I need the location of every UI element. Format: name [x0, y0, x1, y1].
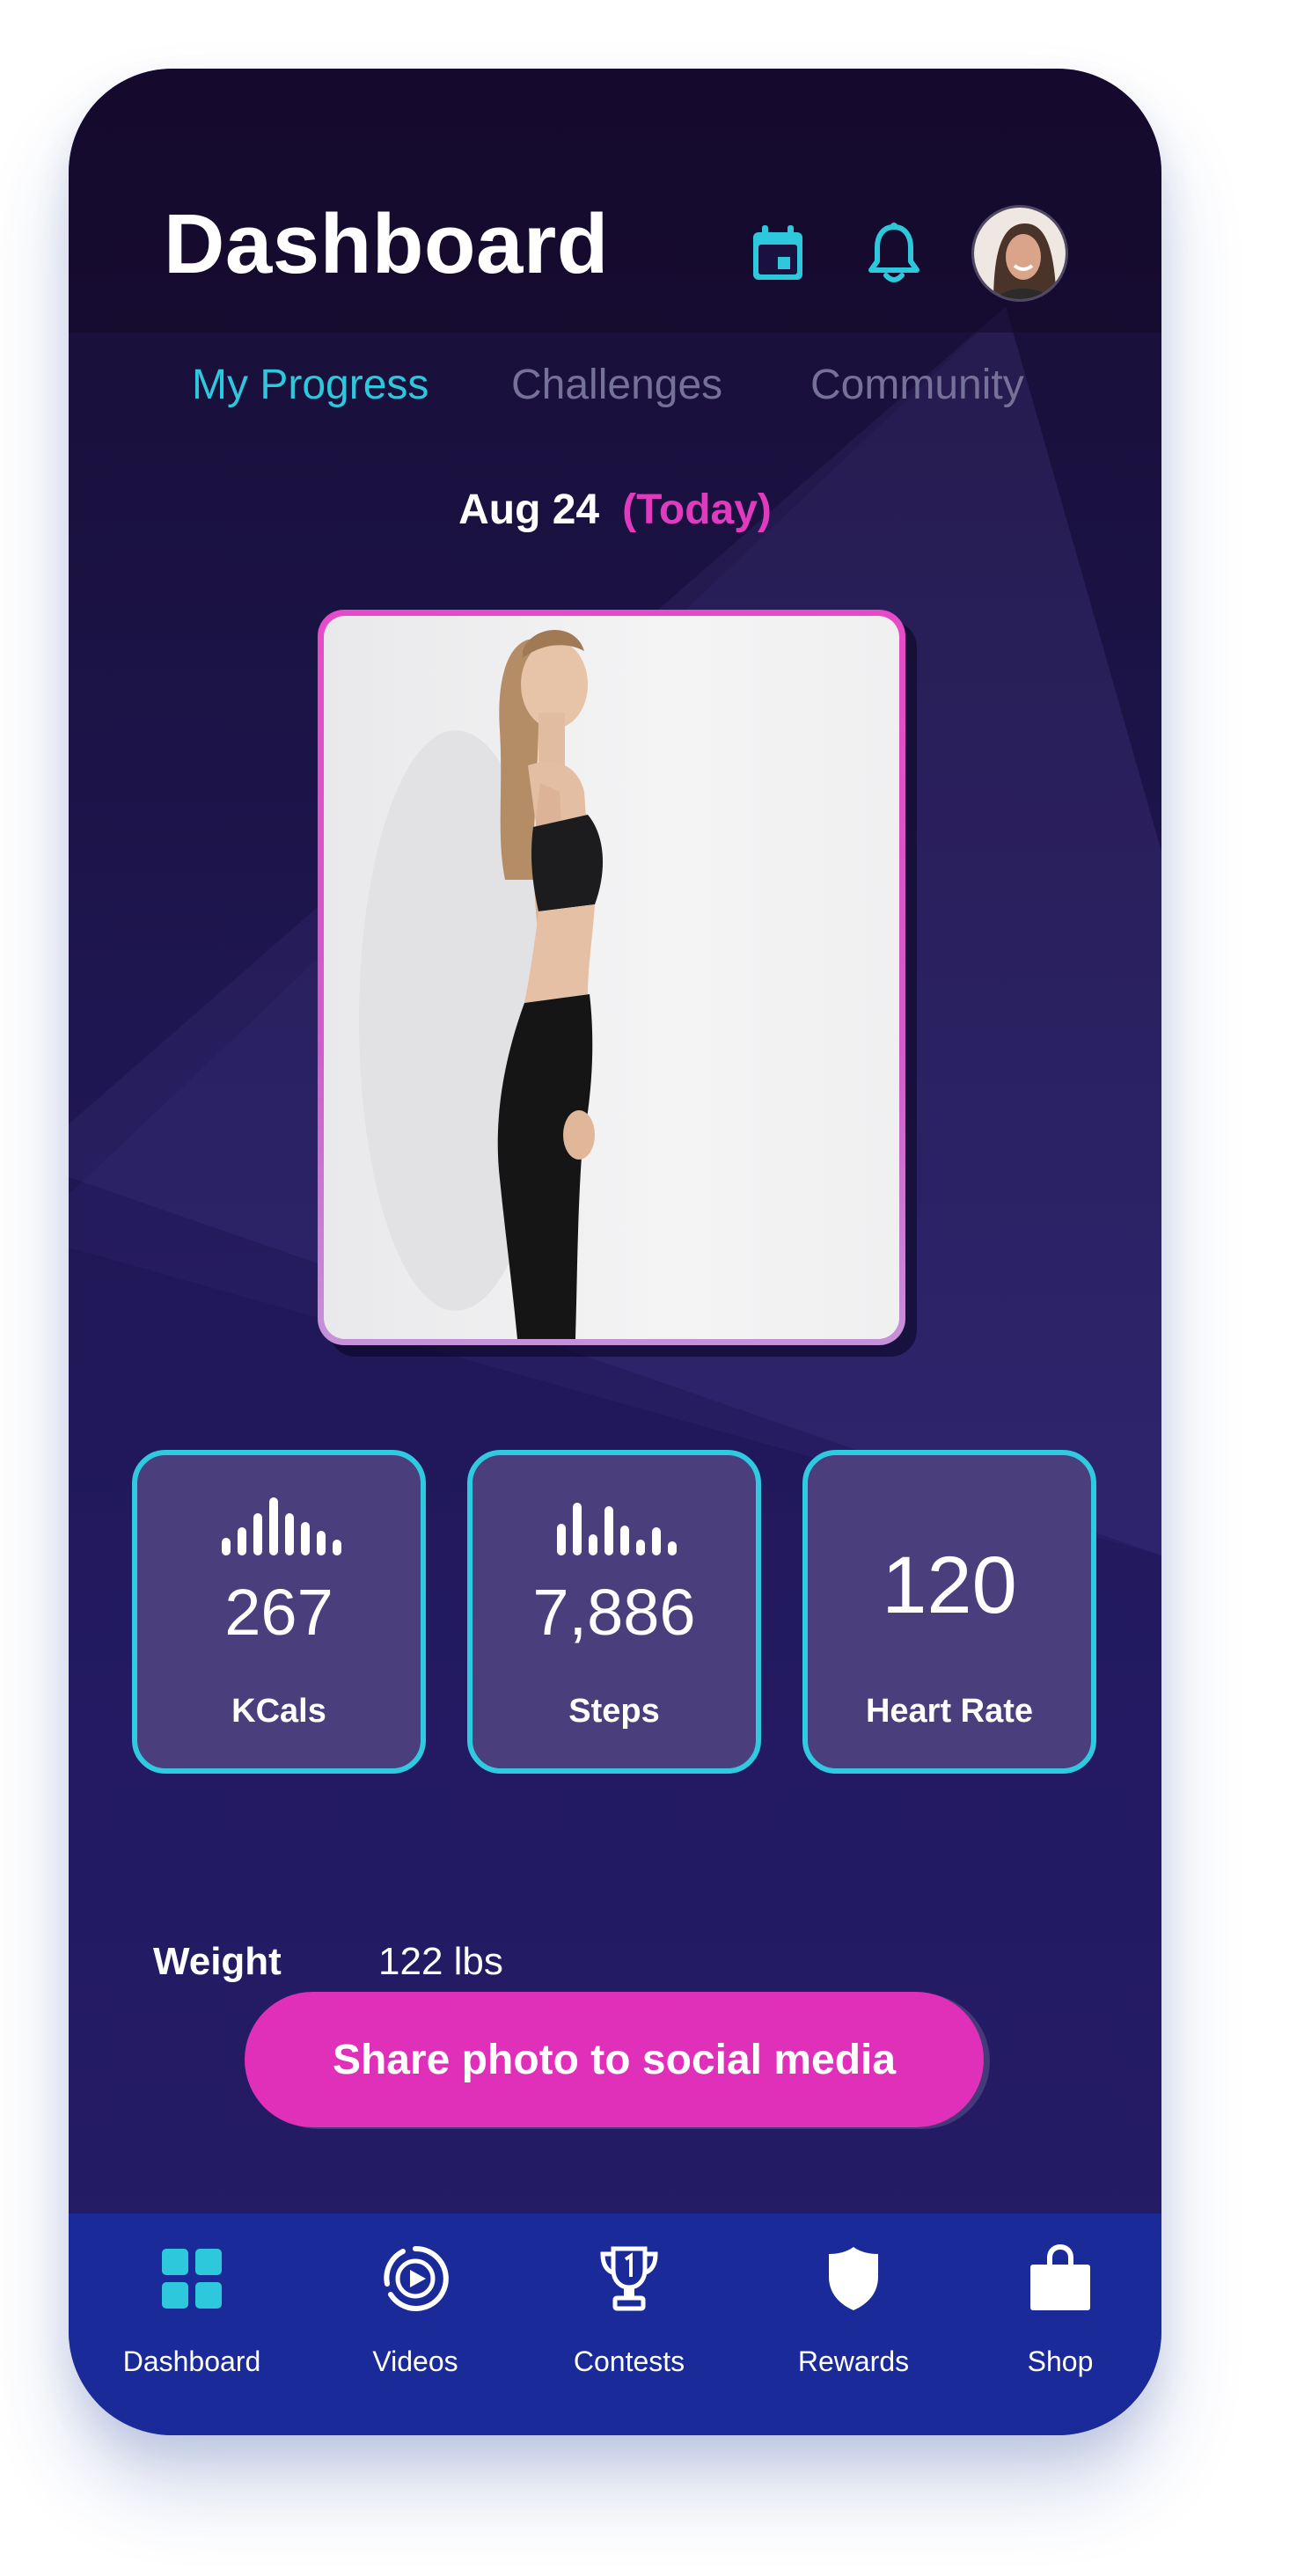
heart-rate-value: 120 [882, 1540, 1017, 1630]
nav-item-rewards[interactable]: Rewards [757, 2243, 950, 2402]
bottom-navigation: Dashboard Videos Contests Rewards Shop [69, 2214, 1161, 2435]
nav-label-contests: Contests [573, 2345, 685, 2377]
today-indicator: (Today) [622, 487, 772, 533]
tab-community[interactable]: Community [810, 359, 1024, 412]
phone-screen: Dashboard My Progress Challenges Communi… [69, 69, 1161, 2435]
nav-label-shop: Shop [1027, 2345, 1094, 2377]
nav-item-shop[interactable]: Shop [963, 2243, 1157, 2402]
weight-label: Weight [153, 1940, 282, 1983]
bar-levels-icon [222, 1497, 341, 1555]
progress-photo-card[interactable] [318, 610, 905, 1345]
heart-rate-stat-card[interactable]: 120 Heart Rate [802, 1450, 1096, 1774]
grid-icon [162, 2249, 222, 2309]
steps-value: 7,886 [532, 1576, 696, 1649]
user-avatar[interactable] [971, 205, 1068, 302]
bell-icon[interactable] [861, 220, 927, 287]
progress-tabs: My Progress Challenges Community [69, 359, 1161, 412]
progress-photo [324, 616, 899, 1339]
calendar-icon[interactable] [744, 220, 811, 287]
steps-stat-card[interactable]: 7,886 Steps [467, 1450, 761, 1774]
weight-value: 122 lbs [378, 1940, 503, 1983]
bar-levels-icon [557, 1503, 677, 1555]
share-photo-button[interactable]: Share photo to social media [245, 1992, 984, 2127]
shield-icon [829, 2247, 878, 2310]
tab-my-progress[interactable]: My Progress [192, 359, 429, 412]
date-row: Aug 24 (Today) [69, 484, 1161, 537]
nav-label-dashboard: Dashboard [122, 2345, 261, 2377]
heart-rate-label: Heart Rate [865, 1693, 1034, 1730]
nav-label-rewards: Rewards [797, 2345, 910, 2377]
kcals-label: KCals [231, 1693, 326, 1730]
kcals-stat-card[interactable]: 267 KCals [132, 1450, 426, 1774]
nav-item-videos[interactable]: Videos [319, 2243, 512, 2402]
play-circle-icon [384, 2245, 449, 2311]
tab-challenges[interactable]: Challenges [511, 359, 722, 412]
nav-label-videos: Videos [372, 2345, 458, 2377]
shopping-bag-icon [1030, 2243, 1090, 2310]
steps-label: Steps [568, 1693, 660, 1730]
nav-item-contests[interactable]: Contests [532, 2243, 726, 2402]
trophy-icon [600, 2246, 658, 2311]
kcals-value: 267 [224, 1576, 333, 1649]
nav-item-dashboard[interactable]: Dashboard [95, 2243, 289, 2402]
current-date: Aug 24 [458, 487, 600, 533]
page-title: Dashboard [164, 197, 609, 291]
